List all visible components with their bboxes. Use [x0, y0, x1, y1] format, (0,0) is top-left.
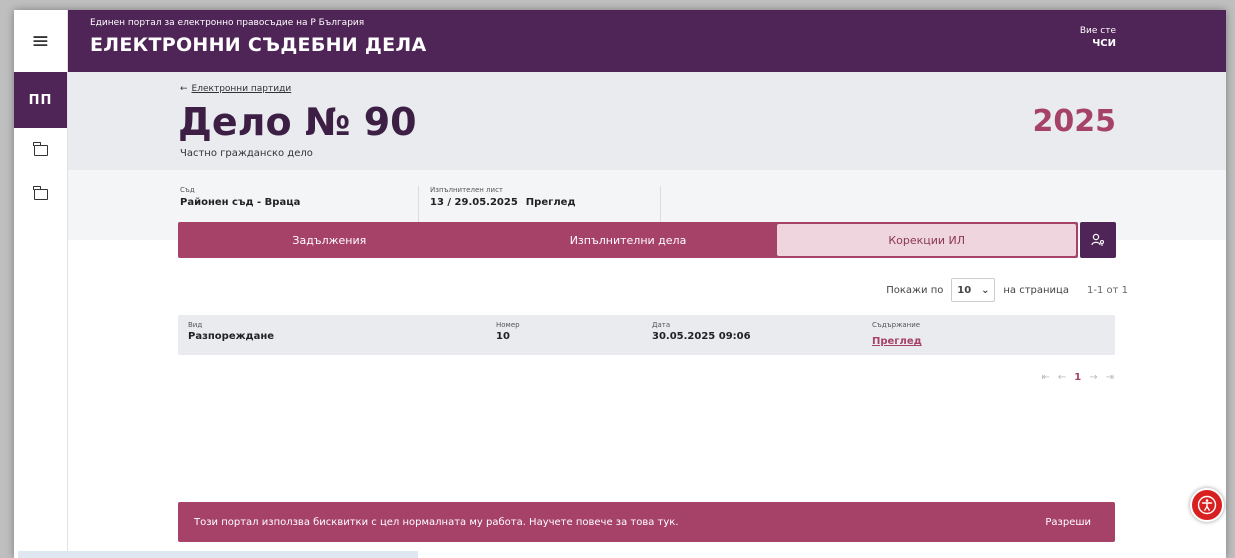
left-rail: ≡ ПП	[14, 10, 68, 558]
column-header-date: Дата	[652, 321, 671, 329]
app-header: Единен портал за електронно правосъдие н…	[68, 10, 1226, 72]
column-header-type: Вид	[188, 321, 203, 329]
writ-value-row: 13 / 29.05.2025 Преглед	[430, 197, 576, 208]
court-label: Съд	[180, 186, 195, 194]
writ-label: Изпълнителен лист	[430, 186, 503, 194]
user-initials: ПП	[28, 92, 53, 108]
user-assign-button[interactable]	[1080, 222, 1116, 258]
back-link-label: Електронни партиди	[191, 84, 292, 94]
writ-preview-link[interactable]: Преглед	[526, 197, 576, 208]
court-value: Районен съд - Враца	[180, 197, 301, 208]
case-year: 2025	[1032, 104, 1117, 139]
arrow-left-icon: ←	[180, 84, 188, 94]
portal-name: Единен портал за електронно правосъдие н…	[90, 18, 365, 28]
cell-date: Дата 30.05.2025 09:06	[652, 321, 751, 342]
status-strip	[18, 551, 418, 558]
tab-enforcement-cases[interactable]: Изпълнителни дела	[479, 224, 778, 256]
cookie-text: Този портал използва бисквитки с цел нор…	[194, 516, 679, 528]
pagination: ⇤ ← 1 → ⇥	[1041, 372, 1114, 383]
chevron-down-icon: ⌄	[981, 284, 990, 296]
folder-icon[interactable]	[14, 172, 67, 216]
next-page-icon[interactable]: →	[1089, 372, 1097, 383]
current-page[interactable]: 1	[1074, 372, 1081, 383]
court-info: Съд Районен съд - Враца	[180, 186, 300, 208]
cell-content: Съдържание Преглед	[872, 321, 922, 348]
writ-info: Изпълнителен лист 13 / 29.05.2025 Преглед	[430, 186, 576, 208]
user-label: Вие сте	[1079, 26, 1116, 36]
user-avatar[interactable]: ПП	[14, 72, 67, 128]
case-title: Дело № 90	[178, 100, 417, 144]
tab-obligations[interactable]: Задължения	[180, 224, 479, 256]
app-title[interactable]: ЕЛЕКТРОННИ СЪДЕБНИ ДЕЛА	[90, 34, 427, 56]
back-link[interactable]: ← Електронни партиди	[180, 84, 291, 94]
accessibility-button[interactable]	[1190, 488, 1224, 522]
browser-viewport: ≡ ПП Единен портал за електронно правосъ…	[14, 10, 1226, 558]
content-preview-link[interactable]: Преглед	[872, 336, 922, 347]
user-role[interactable]: ЧСИ	[1092, 38, 1116, 49]
number-value: 10	[496, 331, 510, 342]
hamburger-icon[interactable]: ≡	[14, 10, 67, 72]
range-text: 1-1 от 1	[1087, 284, 1128, 296]
case-header: ← Електронни партиди Дело № 90 Частно гра…	[68, 72, 1226, 170]
per-page-label: на страница	[1003, 284, 1069, 296]
cell-type: Вид Разпореждане	[188, 321, 274, 342]
date-value: 30.05.2025 09:06	[652, 331, 751, 342]
user-key-icon	[1091, 233, 1105, 246]
case-type: Частно гражданско дело	[180, 148, 313, 159]
tab-writ-corrections[interactable]: Корекции ИЛ	[777, 224, 1077, 256]
writ-value: 13 / 29.05.2025	[430, 197, 518, 208]
folder-icon[interactable]	[14, 128, 67, 172]
type-value: Разпореждане	[188, 331, 275, 342]
table-row: Вид Разпореждане Номер 10 Дата 30.05.202…	[178, 315, 1115, 355]
first-page-icon[interactable]: ⇤	[1041, 372, 1049, 383]
cookie-accept-button[interactable]: Разреши	[1045, 517, 1091, 528]
divider	[660, 186, 661, 224]
divider	[418, 186, 419, 224]
column-header-number: Номер	[496, 321, 520, 329]
page-size-control: Покажи по 10 ⌄ на страница 1-1 от 1	[886, 278, 1128, 302]
show-label: Покажи по	[886, 284, 944, 296]
column-header-content: Съдържание	[872, 321, 921, 329]
page-size-value: 10	[957, 284, 972, 296]
prev-page-icon[interactable]: ←	[1058, 372, 1066, 383]
cell-number: Номер 10	[496, 321, 520, 342]
cookie-banner: Този портал използва бисквитки с цел нор…	[178, 502, 1115, 542]
accessibility-icon	[1197, 495, 1217, 515]
page-size-select[interactable]: 10 ⌄	[951, 278, 996, 302]
case-tabs: Задължения Изпълнителни дела Корекции ИЛ	[178, 222, 1078, 258]
last-page-icon[interactable]: ⇥	[1106, 372, 1114, 383]
